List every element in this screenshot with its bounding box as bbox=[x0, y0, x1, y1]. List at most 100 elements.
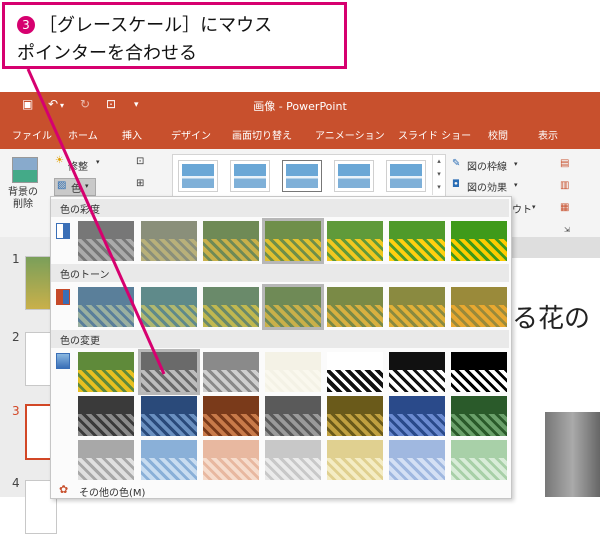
tab-insert[interactable]: 挿入 bbox=[122, 127, 142, 142]
slide-title-text: る花の bbox=[512, 304, 591, 334]
selection-pane-icon[interactable]: ▦ bbox=[560, 202, 569, 213]
recolor-row1-swatch-4[interactable] bbox=[265, 352, 321, 392]
picture-style-3[interactable] bbox=[282, 160, 322, 192]
tone-swatch-7[interactable] bbox=[451, 287, 507, 327]
swatch-flowers bbox=[327, 239, 383, 261]
recolor-row1-swatch-2[interactable] bbox=[138, 349, 200, 395]
recolor-row2-swatch-3[interactable] bbox=[203, 396, 259, 436]
picture-style-1[interactable] bbox=[178, 160, 218, 192]
saturation-swatch-6[interactable] bbox=[389, 221, 445, 261]
saturation-swatch-4[interactable] bbox=[262, 218, 324, 264]
tone-swatch-2[interactable] bbox=[141, 287, 197, 327]
swatch-flowers bbox=[265, 305, 321, 327]
gallery-scroll-icon[interactable]: ▴ ▾ ▾ bbox=[432, 155, 445, 195]
recolor-row2-swatch-2[interactable] bbox=[141, 396, 197, 436]
remove-background-icon[interactable] bbox=[12, 157, 38, 183]
swatch-flowers bbox=[451, 414, 507, 436]
swatch-flowers bbox=[327, 370, 383, 392]
swatch-sky bbox=[327, 221, 383, 241]
tone-swatch-6[interactable] bbox=[389, 287, 445, 327]
picture-layout-label[interactable]: ウト bbox=[512, 201, 532, 216]
swatch-sky bbox=[78, 396, 134, 416]
tone-icon bbox=[56, 289, 70, 305]
picture-style-2[interactable] bbox=[230, 160, 270, 192]
recolor-row1-swatch-1[interactable] bbox=[78, 352, 134, 392]
picture-border-label[interactable]: 図の枠線 bbox=[467, 158, 507, 173]
tab-animations[interactable]: アニメーション bbox=[315, 127, 385, 142]
recolor-row3-swatch-2[interactable] bbox=[141, 440, 197, 480]
tab-transitions[interactable]: 画面切り替え bbox=[232, 127, 292, 142]
saturation-swatch-7[interactable] bbox=[451, 221, 507, 261]
tone-swatch-4[interactable] bbox=[262, 284, 324, 330]
saturation-swatch-5[interactable] bbox=[327, 221, 383, 261]
send-backward-icon[interactable]: ▥ bbox=[560, 180, 569, 191]
swatch-flowers bbox=[327, 458, 383, 480]
recolor-row3-swatch-1[interactable] bbox=[78, 440, 134, 480]
picture-style-5[interactable] bbox=[386, 160, 426, 192]
color-label: 色 bbox=[71, 184, 81, 195]
compress-pictures-icon[interactable]: ⊡ bbox=[136, 156, 144, 167]
picture-style-4[interactable] bbox=[334, 160, 374, 192]
section-header-recolor: 色の変更 bbox=[51, 330, 509, 348]
recolor-row3-swatch-4[interactable] bbox=[265, 440, 321, 480]
tab-view[interactable]: 表示 bbox=[538, 127, 558, 142]
recolor-row2-swatch-4[interactable] bbox=[265, 396, 321, 436]
tab-design[interactable]: デザイン bbox=[171, 127, 211, 142]
swatch-sky bbox=[203, 440, 259, 460]
tab-slideshow[interactable]: スライド ショー bbox=[398, 127, 471, 142]
picture-layout-dropdown-icon[interactable]: ▾ bbox=[532, 203, 536, 211]
tab-file[interactable]: ファイル bbox=[12, 127, 52, 142]
tone-swatch-1[interactable] bbox=[78, 287, 134, 327]
saturation-swatch-2[interactable] bbox=[141, 221, 197, 261]
swatch-sky bbox=[265, 352, 321, 372]
swatch-sky bbox=[141, 221, 197, 241]
swatch-flowers bbox=[203, 239, 259, 261]
picture-effects-dropdown-icon[interactable]: ▾ bbox=[514, 181, 518, 189]
corrections-icon[interactable]: ☀ bbox=[55, 155, 64, 166]
swatch-flowers bbox=[389, 370, 445, 392]
swatch-flowers bbox=[389, 305, 445, 327]
saturation-swatch-3[interactable] bbox=[203, 221, 259, 261]
tab-review[interactable]: 校閲 bbox=[488, 127, 508, 142]
change-picture-icon[interactable]: ⊞ bbox=[136, 178, 144, 189]
remove-background-label[interactable]: 背景の 削除 bbox=[8, 187, 38, 211]
tone-swatch-5[interactable] bbox=[327, 287, 383, 327]
swatch-sky bbox=[389, 352, 445, 372]
corrections-dropdown-icon[interactable]: ▾ bbox=[96, 158, 100, 166]
swatch-flowers bbox=[141, 458, 197, 480]
tone-swatch-3[interactable] bbox=[203, 287, 259, 327]
recolor-row3-swatch-6[interactable] bbox=[389, 440, 445, 480]
recolor-row1-swatch-7[interactable] bbox=[451, 352, 507, 392]
recolor-row1-swatch-6[interactable] bbox=[389, 352, 445, 392]
recolor-row2-swatch-5[interactable] bbox=[327, 396, 383, 436]
recolor-row3-swatch-5[interactable] bbox=[327, 440, 383, 480]
recolor-row2-swatch-7[interactable] bbox=[451, 396, 507, 436]
picture-effects-icon[interactable]: ◘ bbox=[452, 179, 460, 190]
step-badge: 3 bbox=[17, 16, 35, 34]
more-colors-menu-item[interactable]: ✿ その他の色(M) bbox=[51, 482, 509, 499]
swatch-sky bbox=[451, 287, 507, 307]
swatch-flowers bbox=[78, 414, 134, 436]
corrections-label[interactable]: 修整 bbox=[68, 158, 88, 173]
tab-home[interactable]: ホーム bbox=[68, 127, 98, 142]
instruction-callout: 3 ［グレースケール］にマウス ポインターを合わせる bbox=[2, 2, 347, 69]
picture-border-dropdown-icon[interactable]: ▾ bbox=[514, 160, 518, 168]
swatch-flowers bbox=[141, 370, 197, 392]
swatch-sky bbox=[389, 287, 445, 307]
dialog-launcher-icon[interactable]: ⇲ bbox=[564, 226, 570, 234]
recolor-row2-swatch-6[interactable] bbox=[389, 396, 445, 436]
swatch-flowers bbox=[78, 370, 134, 392]
swatch-flowers bbox=[451, 458, 507, 480]
bring-forward-icon[interactable]: ▤ bbox=[560, 158, 569, 169]
saturation-swatch-1[interactable] bbox=[78, 221, 134, 261]
recolor-row3-swatch-7[interactable] bbox=[451, 440, 507, 480]
recolor-row3-swatch-3[interactable] bbox=[203, 440, 259, 480]
recolor-row1-swatch-5[interactable] bbox=[327, 352, 383, 392]
recolor-row2-swatch-1[interactable] bbox=[78, 396, 134, 436]
picture-effects-label[interactable]: 図の効果 bbox=[467, 179, 507, 194]
picture-border-icon[interactable]: ✎ bbox=[452, 158, 460, 169]
section-title-tone: 色のトーン bbox=[60, 270, 110, 281]
callout-line-1: ［グレースケール］にマウス bbox=[39, 15, 273, 36]
slide-photo[interactable] bbox=[545, 412, 600, 497]
recolor-row1-swatch-3[interactable] bbox=[203, 352, 259, 392]
